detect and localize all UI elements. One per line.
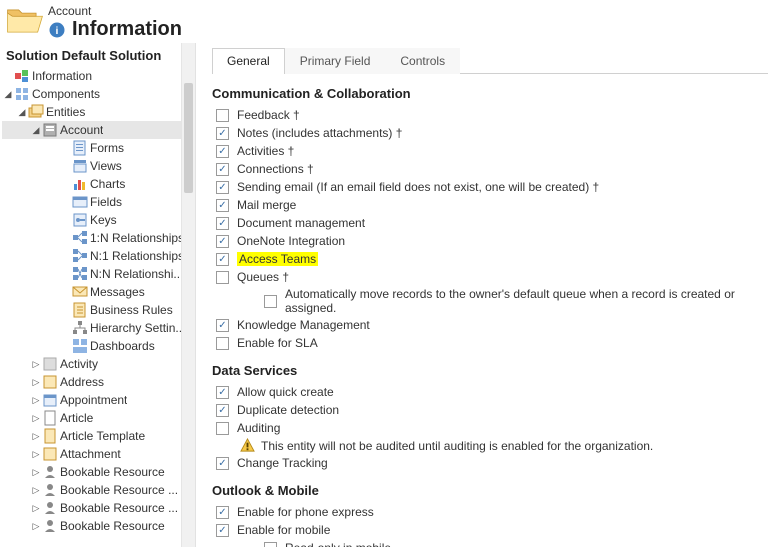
tree-node-bookable-resource-2[interactable]: ▷Bookable Resource ... [2,481,195,499]
tree-node-address[interactable]: ▷Address [2,373,195,391]
solution-title: Solution Default Solution [0,43,195,67]
tree-node-messages[interactable]: Messages [2,283,195,301]
option-mail-merge[interactable]: Mail merge [216,197,768,213]
tree-node-dashboards[interactable]: Dashboards [2,337,195,355]
info-badge-icon: i [48,21,66,39]
option-duplicate-detection[interactable]: Duplicate detection [216,402,768,418]
entity-icon [42,482,58,498]
option-knowledge[interactable]: Knowledge Management [216,317,768,333]
breadcrumb: Account [48,4,182,18]
forms-icon [72,140,88,156]
option-access-teams[interactable]: Access Teams [216,251,768,267]
tree-node-hierarchy[interactable]: Hierarchy Settin... [2,319,195,337]
entity-icon [42,374,58,390]
relationship-nn-icon [72,266,88,282]
relationship-1n-icon [72,230,88,246]
tree-node-bookable-resource-1[interactable]: ▷Bookable Resource [2,463,195,481]
entities-icon [28,104,44,120]
business-rules-icon [72,302,88,318]
entity-icon [42,518,58,534]
option-mobile[interactable]: Enable for mobile [216,522,768,538]
details-panel: General Primary Field Controls Communica… [196,43,768,547]
option-auto-queue[interactable]: Automatically move records to the owner'… [216,287,768,315]
entity-icon [42,446,58,462]
tree-node-views[interactable]: Views [2,157,195,175]
tab-general[interactable]: General [212,48,285,74]
auditing-warning: This entity will not be audited until au… [240,438,768,453]
tree-node-nn-relationships[interactable]: N:N Relationshi... [2,265,195,283]
option-activities[interactable]: Activities † [216,143,768,159]
option-sending-email[interactable]: Sending email (If an email field does no… [216,179,768,195]
tree-node-appointment[interactable]: ▷Appointment [2,391,195,409]
charts-icon [72,176,88,192]
relationship-n1-icon [72,248,88,264]
fields-icon [72,194,88,210]
page-title: Information [72,18,182,41]
main-columns: Solution Default Solution Information ◢ … [0,43,768,547]
warning-icon [240,438,255,453]
option-feedback[interactable]: Feedback † [216,107,768,123]
views-icon [72,158,88,174]
folder-open-icon [6,4,44,38]
tree-node-account[interactable]: ◢ Account [2,121,195,139]
solution-tree-panel: Solution Default Solution Information ◢ … [0,43,196,547]
tree-node-fields[interactable]: Fields [2,193,195,211]
tree-node-activity[interactable]: ▷Activity [2,355,195,373]
tree-node-bookable-resource-4[interactable]: ▷Bookable Resource [2,517,195,535]
tree-node-n1-relationships[interactable]: N:1 Relationships [2,247,195,265]
dashboards-icon [72,338,88,354]
hierarchy-icon [72,320,88,336]
option-phone-express[interactable]: Enable for phone express [216,504,768,520]
svg-text:i: i [56,24,59,36]
keys-icon [72,212,88,228]
section-outlook-mobile: Outlook & Mobile [212,483,768,498]
entity-icon [42,500,58,516]
option-connections[interactable]: Connections † [216,161,768,177]
entity-icon [42,122,58,138]
solution-tree: Information ◢ Components ◢ Entities ◢ Ac… [0,67,195,535]
option-document-management[interactable]: Document management [216,215,768,231]
option-change-tracking[interactable]: Change Tracking [216,455,768,471]
tree-node-attachment[interactable]: ▷Attachment [2,445,195,463]
tree-node-keys[interactable]: Keys [2,211,195,229]
tree-node-article[interactable]: ▷Article [2,409,195,427]
entity-icon [42,356,58,372]
option-auditing[interactable]: Auditing [216,420,768,436]
tree-node-forms[interactable]: Forms [2,139,195,157]
components-icon [14,86,30,102]
entity-icon [42,428,58,444]
option-notes[interactable]: Notes (includes attachments) † [216,125,768,141]
option-enable-sla[interactable]: Enable for SLA [216,335,768,351]
tree-node-components[interactable]: ◢ Components [2,85,195,103]
tree-node-information[interactable]: Information [2,67,195,85]
entity-icon [42,392,58,408]
puzzle-icon [14,68,30,84]
section-data-services: Data Services [212,363,768,378]
page-header: Account i Information [0,0,768,43]
tab-strip: General Primary Field Controls [212,47,768,74]
option-read-only-mobile[interactable]: Read-only in mobile [216,540,768,547]
tree-node-charts[interactable]: Charts [2,175,195,193]
tree-node-article-template[interactable]: ▷Article Template [2,427,195,445]
tree-node-bookable-resource-3[interactable]: ▷Bookable Resource ... [2,499,195,517]
tab-controls[interactable]: Controls [385,48,460,74]
entity-icon [42,410,58,426]
tree-scrollbar[interactable] [181,43,195,547]
option-onenote[interactable]: OneNote Integration [216,233,768,249]
entity-icon [42,464,58,480]
tree-node-1n-relationships[interactable]: 1:N Relationships [2,229,195,247]
tab-primary-field[interactable]: Primary Field [285,48,386,74]
messages-icon [72,284,88,300]
tree-node-entities[interactable]: ◢ Entities [2,103,195,121]
option-quick-create[interactable]: Allow quick create [216,384,768,400]
tree-node-business-rules[interactable]: Business Rules [2,301,195,319]
option-queues[interactable]: Queues † [216,269,768,285]
section-communication: Communication & Collaboration [212,86,768,101]
